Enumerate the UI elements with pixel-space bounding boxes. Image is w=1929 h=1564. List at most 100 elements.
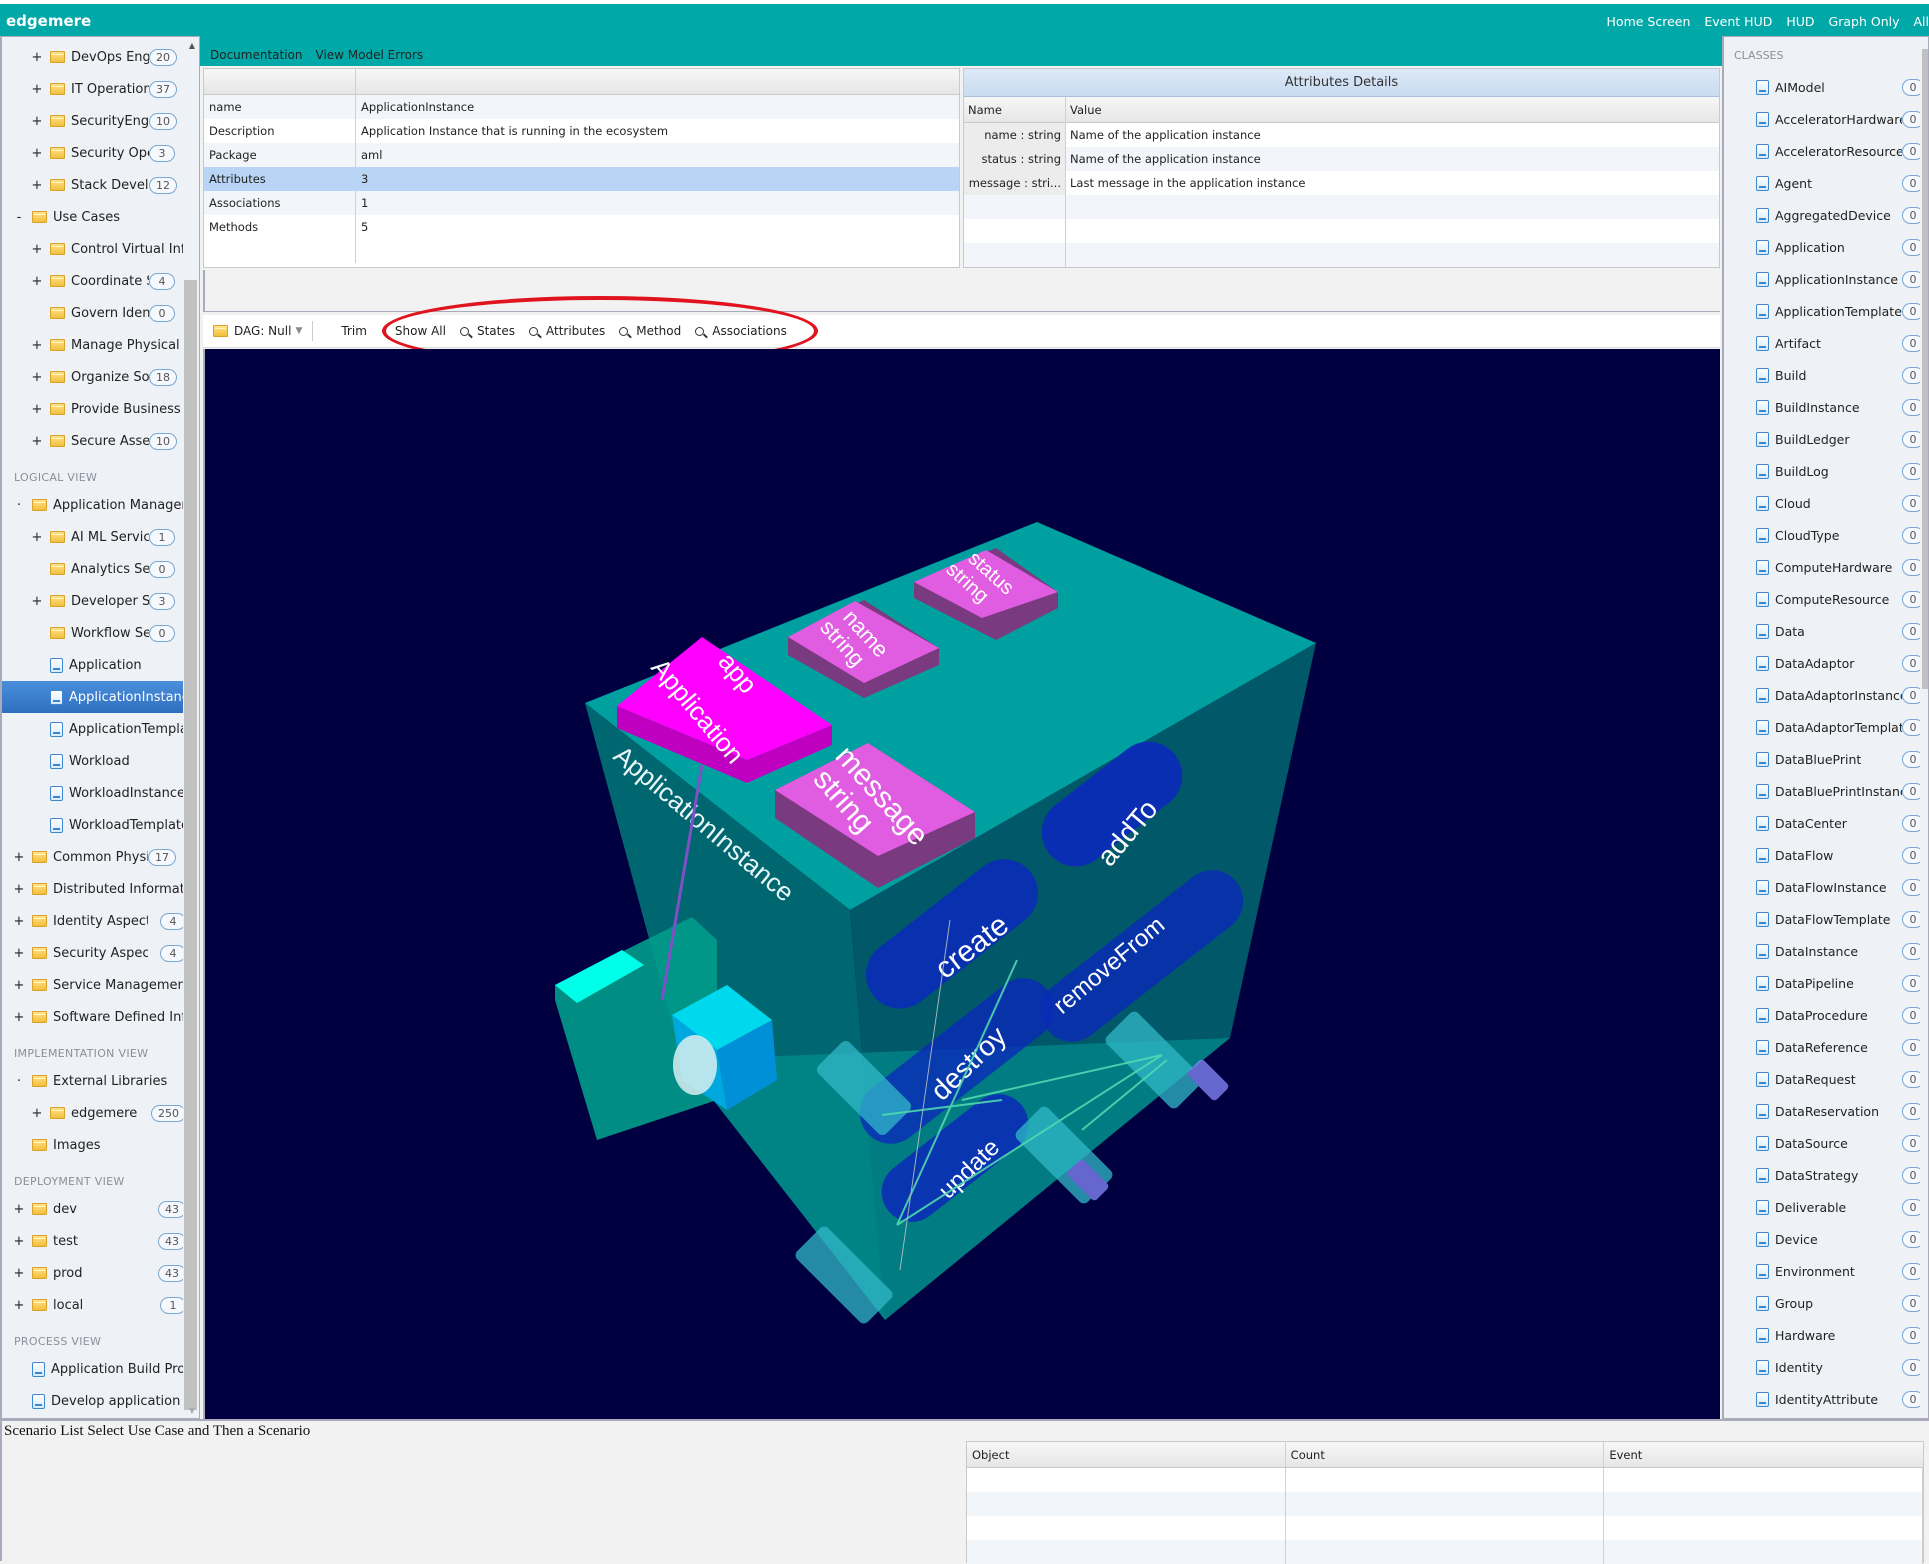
tree-item-applicationtemplat[interactable]: ApplicationTemplat <box>2 713 186 745</box>
attribute-row[interactable]: status : stringName of the application i… <box>964 147 1719 171</box>
expand-icon[interactable]: + <box>30 434 44 449</box>
tree-item-coordinate-ser[interactable]: +Coordinate Ser4 <box>2 265 186 297</box>
tree-item-control-virtual-infr[interactable]: +Control Virtual Infr <box>2 233 186 265</box>
expand-icon[interactable]: + <box>12 1234 26 1249</box>
expand-icon[interactable]: + <box>30 114 44 129</box>
expand-icon[interactable]: + <box>30 178 44 193</box>
class-item-dataadaptortemplate[interactable]: DataAdaptorTemplate0 <box>1724 711 1924 743</box>
property-row-package[interactable]: Packageaml <box>204 143 959 167</box>
class-item-build[interactable]: Build0 <box>1724 359 1924 391</box>
tree-item-provide-business-ir[interactable]: +Provide Business Ir <box>2 393 186 425</box>
tree-item-securityengi[interactable]: +SecurityEngi10 <box>2 105 186 137</box>
tree-item-developer-ser[interactable]: +Developer Ser3 <box>2 585 186 617</box>
tree-item-distributed-informatic[interactable]: +Distributed Informatic <box>2 873 186 905</box>
tree-item-test[interactable]: +test43 <box>2 1225 186 1257</box>
tree-item-workflow-serv[interactable]: Workflow Serv0 <box>2 617 186 649</box>
class-item-computehardware[interactable]: ComputeHardware0 <box>1724 551 1924 583</box>
tree-item-organize-sol[interactable]: +Organize Sol18 <box>2 361 186 393</box>
class-item-aggregateddevice[interactable]: AggregatedDevice0 <box>1724 199 1924 231</box>
tree-item-software-defined-infr[interactable]: +Software Defined Infr <box>2 1001 186 1033</box>
class-item-application[interactable]: Application0 <box>1724 231 1924 263</box>
expand-icon[interactable]: + <box>12 946 26 961</box>
tree-item-develop-application-pi[interactable]: Develop application Pi <box>2 1385 186 1417</box>
attribute-row[interactable]: name : stringName of the application ins… <box>964 123 1719 147</box>
property-row-description[interactable]: DescriptionApplication Instance that is … <box>204 119 959 143</box>
class-item-dataprocedure[interactable]: DataProcedure0 <box>1724 999 1924 1031</box>
expand-icon[interactable]: + <box>30 594 44 609</box>
class-item-buildinstance[interactable]: BuildInstance0 <box>1724 391 1924 423</box>
sidebar-scrollbar[interactable]: ▲ ▼ <box>183 37 199 1418</box>
tree-item-application-build-proc[interactable]: Application Build Proc <box>2 1353 186 1385</box>
sidebar-scroll-thumb[interactable] <box>184 280 197 1410</box>
scroll-up-icon[interactable]: ▲ <box>189 41 195 50</box>
nav-home-screen[interactable]: Home Screen <box>1607 14 1691 29</box>
nav-event-hud[interactable]: Event HUD <box>1704 14 1772 29</box>
property-row-attributes[interactable]: Attributes3 <box>204 167 959 191</box>
tree-item-workload[interactable]: Workload <box>2 745 186 777</box>
expand-icon[interactable]: + <box>30 274 44 289</box>
class-item-applicationtemplate[interactable]: ApplicationTemplate0 <box>1724 295 1924 327</box>
tree-item-images[interactable]: Images <box>2 1129 186 1161</box>
class-item-datasource[interactable]: DataSource0 <box>1724 1127 1924 1159</box>
class-item-datapipeline[interactable]: DataPipeline0 <box>1724 967 1924 999</box>
expand-icon[interactable]: + <box>12 1010 26 1025</box>
column-header-count[interactable]: Count <box>1286 1442 1605 1467</box>
class-item-datablueprintinstance[interactable]: DataBluePrintInstance0 <box>1724 775 1924 807</box>
class-item-dataflowtemplate[interactable]: DataFlowTemplate0 <box>1724 903 1924 935</box>
tree-item-use-cases[interactable]: -Use Cases <box>2 201 186 233</box>
nav-hud[interactable]: HUD <box>1786 14 1814 29</box>
class-item-data[interactable]: Data0 <box>1724 615 1924 647</box>
tree-item-prod[interactable]: +prod43 <box>2 1257 186 1289</box>
expand-icon[interactable]: + <box>12 978 26 993</box>
tree-item-service-management[interactable]: +Service Management <box>2 969 186 1001</box>
filter-states-button[interactable]: States <box>460 324 515 338</box>
class-item-acceleratorhardware[interactable]: AcceleratorHardware0 <box>1724 103 1924 135</box>
class-item-dataadaptor[interactable]: DataAdaptor0 <box>1724 647 1924 679</box>
tree-item-application-manageme[interactable]: ·Application Manageme <box>2 489 186 521</box>
expand-icon[interactable]: + <box>30 338 44 353</box>
expand-icon[interactable]: + <box>12 1266 26 1281</box>
classes-scrollbar[interactable] <box>1920 37 1928 1418</box>
class-item-cloud[interactable]: Cloud0 <box>1724 487 1924 519</box>
filter-attributes-button[interactable]: Attributes <box>529 324 605 338</box>
filter-method-button[interactable]: Method <box>619 324 681 338</box>
class-item-aimodel[interactable]: AIModel0 <box>1724 71 1924 103</box>
collapse-icon[interactable]: - <box>12 210 26 225</box>
property-row-methods[interactable]: Methods5 <box>204 215 959 239</box>
column-header-value[interactable]: Value <box>1066 103 1102 117</box>
class-item-hardware[interactable]: Hardware0 <box>1724 1319 1924 1351</box>
column-header-name[interactable]: Name <box>964 97 1066 122</box>
expand-icon[interactable]: + <box>12 1298 26 1313</box>
class-item-environment[interactable]: Environment0 <box>1724 1255 1924 1287</box>
tree-item-local[interactable]: +local1 <box>2 1289 186 1321</box>
tree-item-security-oper[interactable]: +Security Oper3 <box>2 137 186 169</box>
nav-graph-only[interactable]: Graph Only <box>1829 14 1900 29</box>
tree-item-it-operation[interactable]: +IT Operation37 <box>2 73 186 105</box>
tree-item-analytics-serv[interactable]: Analytics Serv0 <box>2 553 186 585</box>
class-item-datacenter[interactable]: DataCenter0 <box>1724 807 1924 839</box>
expand-icon[interactable]: + <box>30 242 44 257</box>
class-item-datastrategy[interactable]: DataStrategy0 <box>1724 1159 1924 1191</box>
nav-all[interactable]: All <box>1914 14 1929 29</box>
class-item-datareservation[interactable]: DataReservation0 <box>1724 1095 1924 1127</box>
property-row-associations[interactable]: Associations1 <box>204 191 959 215</box>
expand-icon[interactable]: + <box>30 530 44 545</box>
graph-3d-canvas[interactable]: ApplicationInstance app Application name… <box>203 349 1720 1419</box>
class-item-acceleratorresource[interactable]: AcceleratorResource0 <box>1724 135 1924 167</box>
column-header-object[interactable]: Object <box>967 1442 1286 1467</box>
expand-icon[interactable]: + <box>30 82 44 97</box>
dag-dropdown[interactable]: DAG: Null ▼ <box>213 324 302 338</box>
class-item-dataflowinstance[interactable]: DataFlowInstance0 <box>1724 871 1924 903</box>
expand-icon[interactable]: + <box>30 370 44 385</box>
expand-icon[interactable]: + <box>12 850 26 865</box>
scroll-down-icon[interactable]: ▼ <box>189 1406 195 1415</box>
tree-item-workloadtemplate[interactable]: WorkloadTemplate <box>2 809 186 841</box>
filter-associations-button[interactable]: Associations <box>695 324 787 338</box>
expand-icon[interactable]: + <box>30 1106 44 1121</box>
tree-item-common-physical[interactable]: +Common Physical17 <box>2 841 186 873</box>
class-item-agent[interactable]: Agent0 <box>1724 167 1924 199</box>
tree-item-ai-ml-service[interactable]: +AI ML Service1 <box>2 521 186 553</box>
class-item-datareference[interactable]: DataReference0 <box>1724 1031 1924 1063</box>
documentation-link[interactable]: Documentation <box>210 48 303 62</box>
column-header-event[interactable]: Event <box>1604 1442 1923 1467</box>
